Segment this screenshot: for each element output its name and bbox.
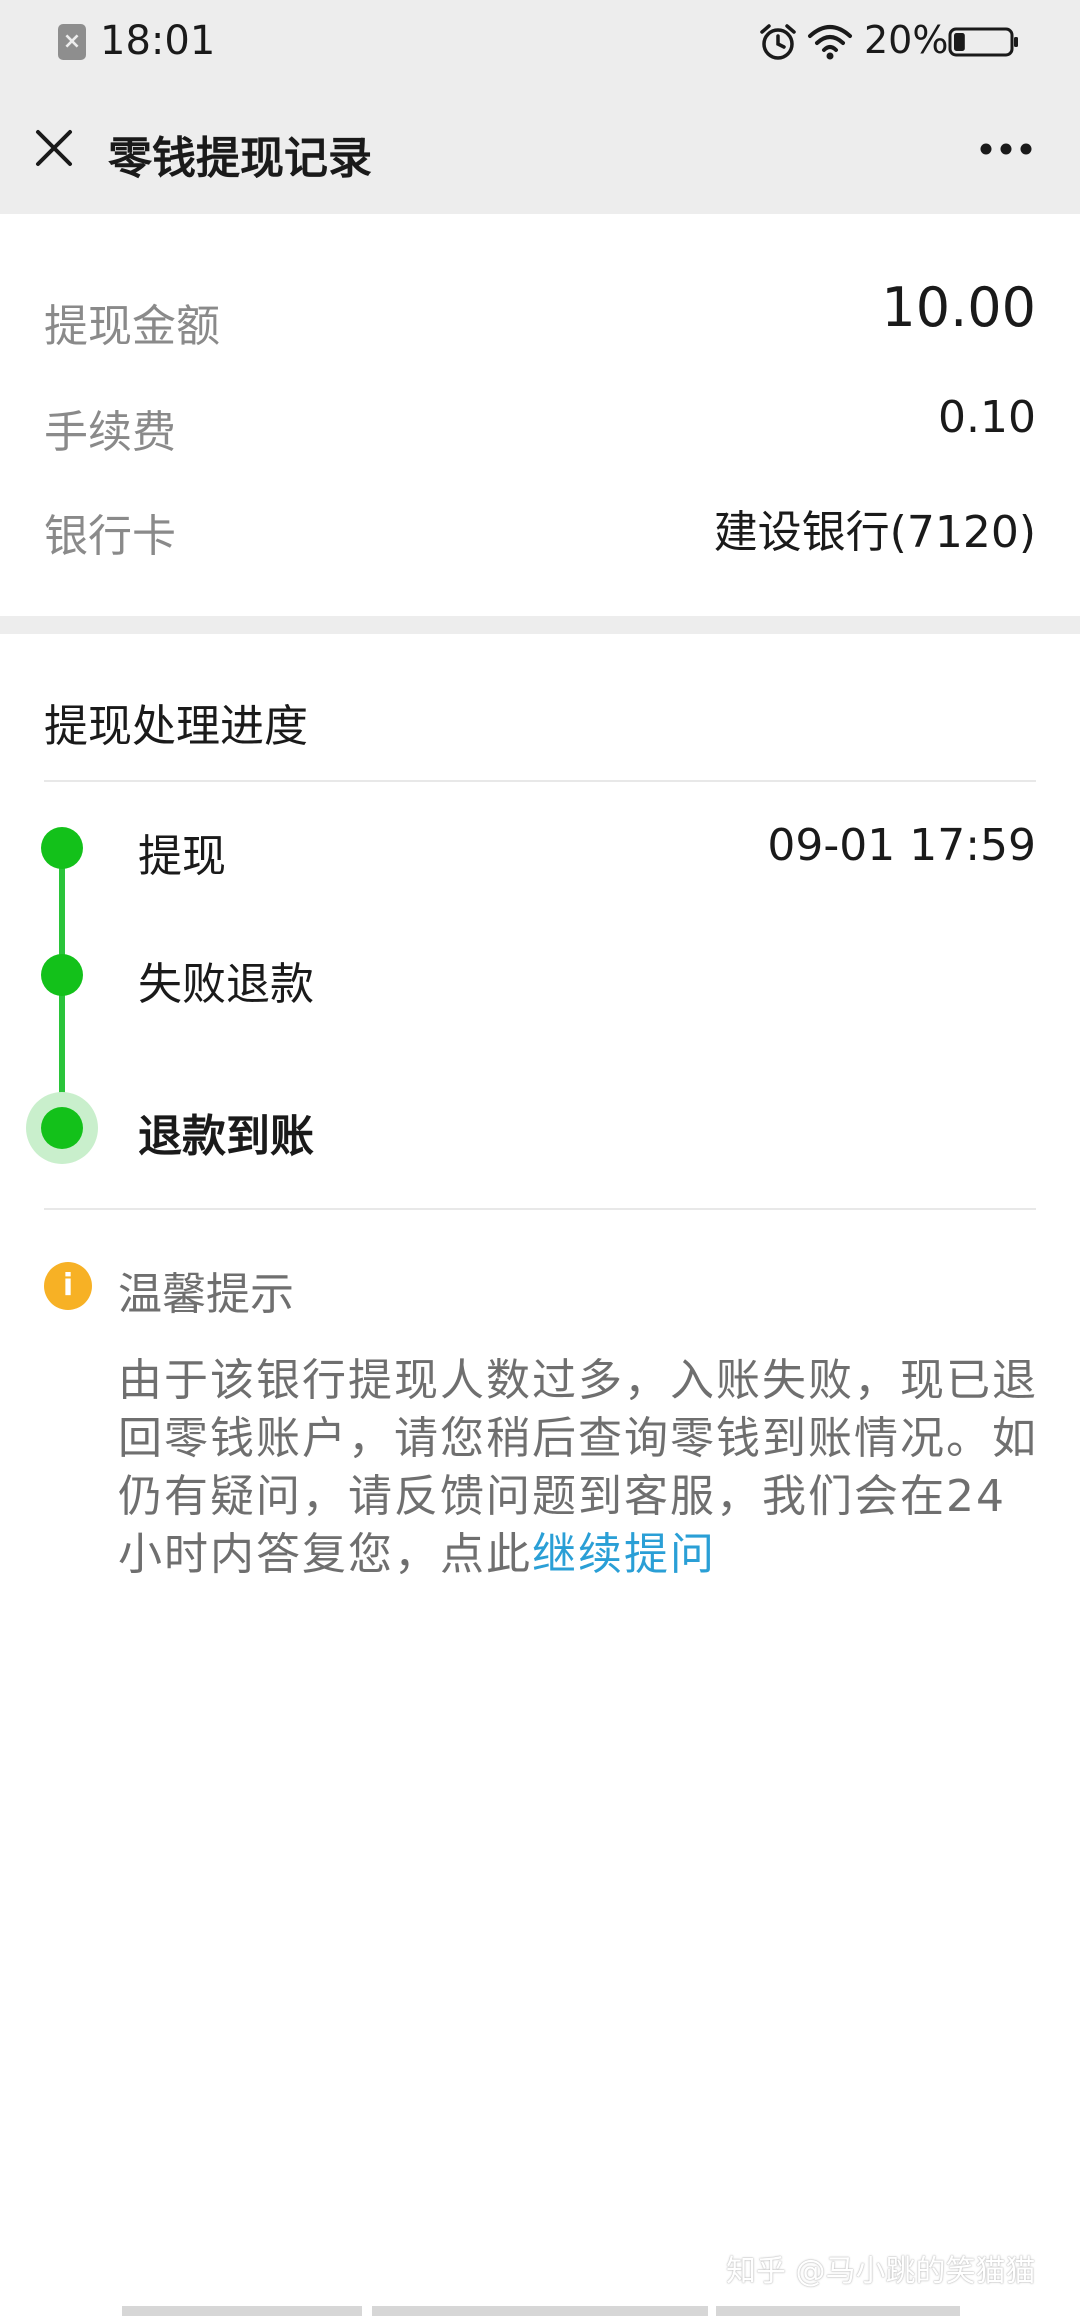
- amount-row: 提现金额 10.00: [44, 276, 1036, 356]
- step-label-refund-failed: 失败退款: [138, 959, 314, 1010]
- divider: [44, 1208, 1036, 1210]
- amount-value: 10.00: [881, 276, 1036, 339]
- status-bar: × 18:01 20%: [0, 0, 1080, 84]
- bank-card-row: 银行卡 建设银行(7120): [44, 486, 1036, 566]
- withdraw-summary: 提现金额 10.00 手续费 0.10 银行卡 建设银行(7120): [0, 214, 1080, 614]
- divider: [44, 780, 1036, 782]
- step-time-withdraw: 09-01 17:59: [767, 820, 1036, 871]
- timeline-dot: [41, 954, 83, 996]
- tip-title: 温馨提示: [118, 1269, 294, 1320]
- step-label-withdraw: 提现: [138, 831, 226, 882]
- progress-title: 提现处理进度: [44, 701, 308, 752]
- battery-icon: [948, 27, 1018, 57]
- info-icon: i: [44, 1262, 92, 1310]
- close-icon[interactable]: [30, 124, 78, 172]
- bottom-indicator: [716, 2306, 960, 2316]
- fee-label: 手续费: [44, 407, 176, 458]
- alarm-icon: [760, 24, 796, 60]
- amount-label: 提现金额: [44, 301, 220, 352]
- battery-fill: [954, 33, 965, 51]
- bank-card-value: 建设银行(7120): [713, 507, 1036, 558]
- tip-text: 由于该银行提现人数过多，入账失败，现已退回零钱账户，请您稍后查询零钱到账情况。如…: [118, 1352, 1038, 1584]
- continue-ask-link[interactable]: 继续提问: [532, 1529, 716, 1580]
- timeline-dot: [41, 827, 83, 869]
- section-separator: [0, 616, 1080, 634]
- notification-blocked-icon: ×: [58, 24, 86, 60]
- fee-row: 手续费 0.10: [44, 382, 1036, 462]
- fee-value: 0.10: [938, 392, 1036, 443]
- nav-bar: 零钱提现记录: [0, 84, 1080, 214]
- more-icon[interactable]: [976, 134, 1036, 164]
- bottom-indicator: [122, 2306, 362, 2316]
- step-label-refund-arrived: 退款到账: [138, 1111, 314, 1162]
- progress-section: 提现处理进度 提现 09-01 17:59 失败退款 退款到账: [0, 634, 1080, 1214]
- wifi-icon: [808, 25, 852, 60]
- bottom-indicator: [372, 2306, 708, 2316]
- watermark: 知乎 @马小跳的笑猫猫: [726, 2254, 1036, 2289]
- page-title: 零钱提现记录: [108, 133, 372, 184]
- battery-percent: 20%: [864, 18, 949, 62]
- status-time: 18:01: [100, 18, 216, 64]
- timeline-dot-active: [41, 1107, 83, 1149]
- bank-card-label: 银行卡: [44, 511, 176, 562]
